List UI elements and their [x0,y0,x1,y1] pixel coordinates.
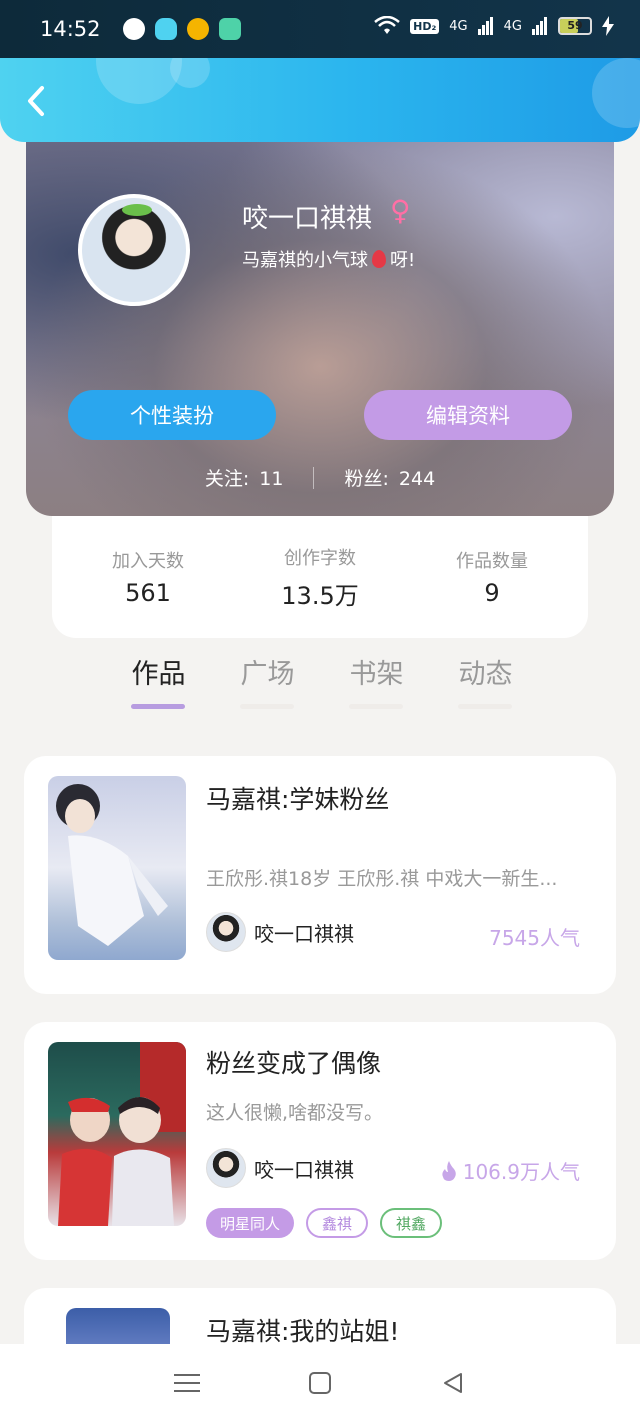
signal-icon [477,17,493,35]
work-title: 马嘉祺:学妹粉丝 [206,785,390,814]
system-nav-bar [0,1344,640,1422]
flame-icon [442,1160,456,1181]
tag-chip[interactable]: 鑫祺 [306,1208,369,1238]
hd-badge: HD₂ [410,18,440,34]
stat-word-count: 创作字数 13.5万 [240,544,400,611]
work-description: 王欣彤.祺18岁 王欣彤.祺 中戏大一新生... [206,868,558,890]
network-4g-label: 4G [449,18,468,34]
charging-icon [602,16,614,36]
popularity-text: 106.9万人气 [462,1160,580,1184]
follow-stats: 关注: 11 粉丝: 244 [26,464,614,491]
profile-avatar[interactable] [78,194,190,306]
work-author: 咬一口祺祺 [206,912,354,952]
back-button[interactable] [22,84,52,118]
stat-label: 作品数量 [456,551,528,572]
author-avatar [206,1148,246,1188]
tab-label: 广场 [240,659,295,690]
followers-stat[interactable]: 粉丝: 244 [344,464,435,491]
wifi-icon [374,16,400,34]
status-bar: 14:52 HD₂ 4G 4G 59 [0,0,640,58]
balloon-icon [372,250,386,268]
profile-nickname: 咬一口祺祺 [242,204,373,234]
tab-indicator [349,704,403,709]
top-header [0,58,640,142]
tab-indicator [240,704,294,709]
tab-works[interactable]: 作品 [104,652,213,718]
following-label: 关注: [204,468,250,490]
app-notification-icon [218,18,241,40]
browser-notification-icon [122,18,145,40]
stat-value: 9 [484,579,500,607]
home-square-icon [308,1372,331,1394]
stat-label: 加入天数 [112,551,184,572]
back-nav-button[interactable] [433,1363,473,1403]
stat-works-count: 作品数量 9 [412,547,572,607]
work-title: 马嘉祺:我的站姐! [206,1317,400,1346]
following-stat[interactable]: 关注: 11 [205,464,284,491]
personal-style-button[interactable]: 个性装扮 [68,390,276,440]
tab-activity[interactable]: 动态 [431,652,540,718]
profile-card: 咬一口祺祺 ♀ 马嘉祺的小气球 呀! 个性装扮 编辑资料 关注: 11 粉丝: … [26,142,614,516]
author-avatar [206,912,246,952]
tab-label: 动态 [458,659,513,690]
work-title: 粉丝变成了偶像 [206,1049,382,1078]
popularity-text: 7545人气 [489,926,580,950]
stat-value: 561 [125,579,171,607]
tag-chip[interactable]: 明星同人 [206,1208,295,1238]
stats-card: 加入天数 561 创作字数 13.5万 作品数量 9 [52,516,588,638]
status-time: 14:52 [40,17,101,41]
work-description: 这人很懒,啥都没写。 [206,1102,384,1124]
work-popularity: 106.9万人气 [441,1156,580,1185]
menu-icon [173,1374,200,1392]
tab-square[interactable]: 广场 [213,652,322,718]
bio-text-start: 马嘉祺的小气球 [242,250,368,271]
qq-notification-icon [154,18,177,40]
work-tags: 明星同人 鑫祺 祺鑫 [206,1208,443,1238]
followers-count: 244 [398,468,436,490]
work-popularity: 7545人气 [489,922,580,951]
stat-join-days: 加入天数 561 [68,547,228,607]
signal-icon-2 [532,17,547,35]
tab-indicator [458,704,512,709]
work-cover-image [48,1042,186,1226]
battery-icon: 59 [558,17,592,35]
followers-label: 粉丝: [344,468,389,490]
profile-tabs: 作品 广场 书架 动态 [104,652,544,718]
bio-text-end: 呀! [390,250,416,271]
home-button[interactable] [300,1363,340,1403]
stat-value: 13.5万 [281,581,359,610]
female-gender-icon: ♀ [390,194,411,227]
work-card[interactable]: 粉丝变成了偶像 这人很懒,啥都没写。 咬一口祺祺 106.9万人气 明星同人 鑫… [24,1022,616,1260]
work-card[interactable]: 马嘉祺:学妹粉丝 王欣彤.祺18岁 王欣彤.祺 中戏大一新生... 咬一口祺祺 … [24,756,616,994]
follow-divider [313,466,315,489]
weibo-notification-icon [186,18,209,40]
tag-chip[interactable]: 祺鑫 [380,1208,443,1238]
author-name: 咬一口祺祺 [254,921,354,946]
tab-label: 作品 [131,659,186,690]
author-name: 咬一口祺祺 [254,1157,354,1182]
tab-bookshelf[interactable]: 书架 [322,652,431,718]
back-triangle-icon [444,1373,463,1393]
following-count: 11 [259,468,284,490]
work-author: 咬一口祺祺 [206,1148,354,1188]
edit-profile-button[interactable]: 编辑资料 [364,390,572,440]
network-4g-label-2: 4G [503,18,522,34]
stat-label: 创作字数 [284,547,356,569]
profile-bio: 马嘉祺的小气球 呀! [242,246,415,272]
battery-level: 59 [567,19,583,32]
tab-label: 书架 [349,659,404,690]
menu-button[interactable] [167,1363,207,1403]
tab-indicator [131,704,185,709]
work-cover-image [48,776,186,960]
